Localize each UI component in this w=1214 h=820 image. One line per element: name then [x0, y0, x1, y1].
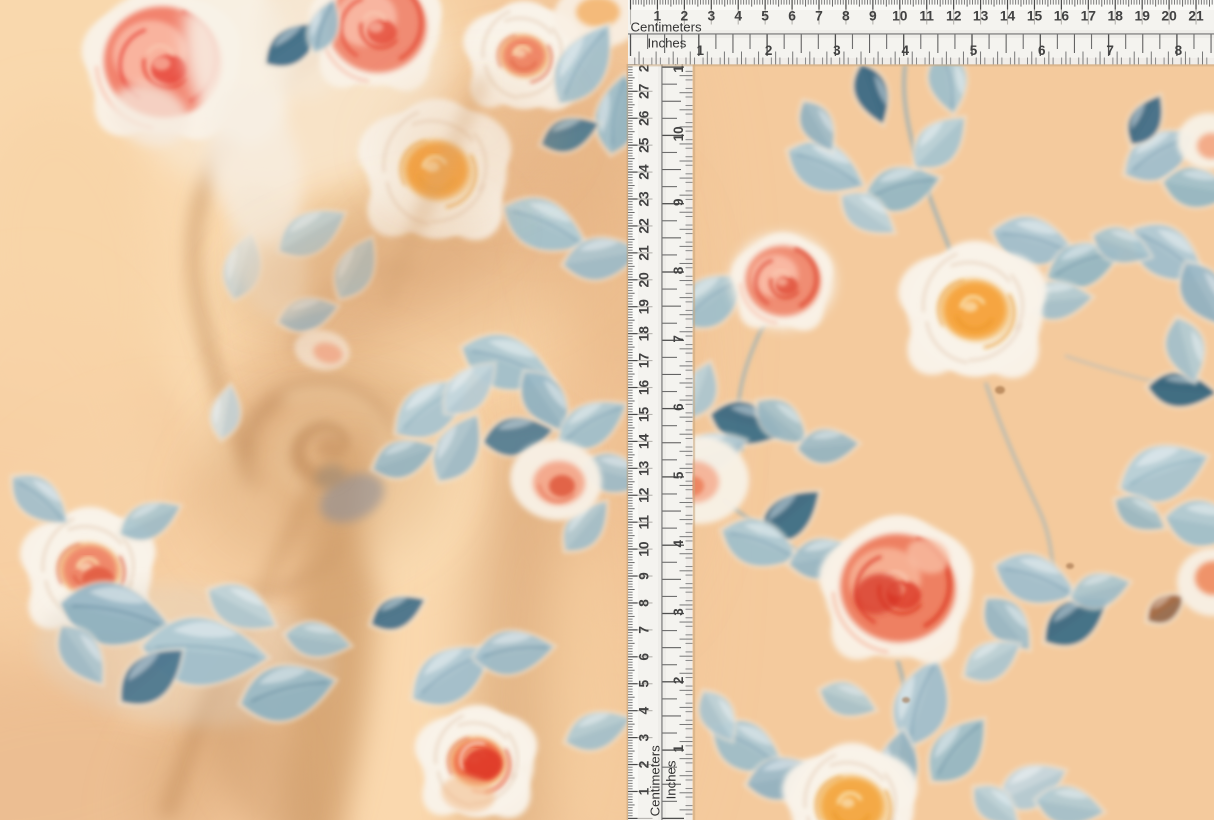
svg-text:23: 23: [637, 191, 652, 207]
svg-text:12: 12: [637, 487, 652, 503]
svg-text:10: 10: [671, 126, 686, 141]
svg-text:Centimeters: Centimeters: [648, 745, 663, 816]
svg-text:4: 4: [901, 43, 909, 58]
svg-text:27: 27: [637, 83, 652, 99]
svg-text:5: 5: [671, 471, 686, 479]
svg-text:10: 10: [637, 541, 652, 557]
svg-text:18: 18: [1108, 9, 1124, 24]
svg-text:22: 22: [637, 218, 652, 234]
svg-text:4: 4: [734, 9, 742, 24]
svg-text:7: 7: [815, 9, 823, 24]
svg-text:7: 7: [671, 335, 686, 343]
svg-text:24: 24: [637, 164, 652, 180]
svg-text:4: 4: [637, 707, 652, 715]
svg-text:20: 20: [637, 272, 652, 288]
svg-text:11: 11: [919, 9, 934, 24]
svg-text:8: 8: [671, 266, 686, 274]
svg-text:21: 21: [637, 245, 652, 261]
svg-text:14: 14: [1000, 9, 1016, 24]
svg-text:15: 15: [637, 407, 652, 423]
svg-text:18: 18: [637, 326, 652, 342]
svg-text:12: 12: [946, 9, 962, 24]
svg-text:17: 17: [637, 353, 652, 369]
svg-text:9: 9: [869, 9, 877, 24]
svg-text:2: 2: [671, 677, 686, 685]
svg-text:7: 7: [1106, 43, 1114, 58]
svg-text:7: 7: [637, 626, 652, 634]
svg-text:16: 16: [1054, 9, 1070, 24]
svg-text:6: 6: [788, 9, 796, 24]
svg-text:1: 1: [671, 744, 686, 752]
svg-text:13: 13: [973, 9, 989, 24]
svg-text:25: 25: [637, 137, 652, 153]
svg-text:Inches: Inches: [648, 36, 687, 51]
svg-text:19: 19: [637, 299, 652, 315]
svg-text:9: 9: [671, 198, 686, 206]
svg-text:5: 5: [761, 9, 769, 24]
svg-text:17: 17: [1081, 9, 1097, 24]
svg-text:15: 15: [1027, 9, 1043, 24]
svg-text:Inches: Inches: [664, 760, 679, 799]
svg-text:3: 3: [707, 9, 715, 24]
svg-text:3: 3: [833, 43, 841, 58]
svg-text:6: 6: [637, 653, 652, 661]
svg-text:9: 9: [637, 572, 652, 580]
svg-text:26: 26: [637, 110, 652, 126]
svg-text:6: 6: [1038, 43, 1046, 58]
svg-text:20: 20: [1161, 9, 1177, 24]
svg-text:Centimeters: Centimeters: [631, 20, 702, 35]
svg-text:8: 8: [842, 9, 850, 24]
svg-text:3: 3: [671, 608, 686, 616]
svg-text:8: 8: [1175, 43, 1183, 58]
svg-text:6: 6: [671, 403, 686, 411]
svg-text:14: 14: [637, 433, 652, 449]
svg-text:10: 10: [892, 9, 908, 24]
svg-text:5: 5: [637, 680, 652, 688]
svg-text:8: 8: [637, 599, 652, 607]
svg-text:3: 3: [637, 733, 652, 741]
svg-text:2: 2: [765, 43, 773, 58]
svg-text:13: 13: [637, 460, 652, 476]
svg-text:1: 1: [697, 43, 705, 58]
svg-text:5: 5: [970, 43, 978, 58]
svg-text:21: 21: [1188, 9, 1204, 24]
svg-text:16: 16: [637, 380, 652, 396]
svg-text:19: 19: [1135, 9, 1151, 24]
svg-text:4: 4: [671, 539, 686, 547]
svg-text:11: 11: [637, 515, 652, 530]
